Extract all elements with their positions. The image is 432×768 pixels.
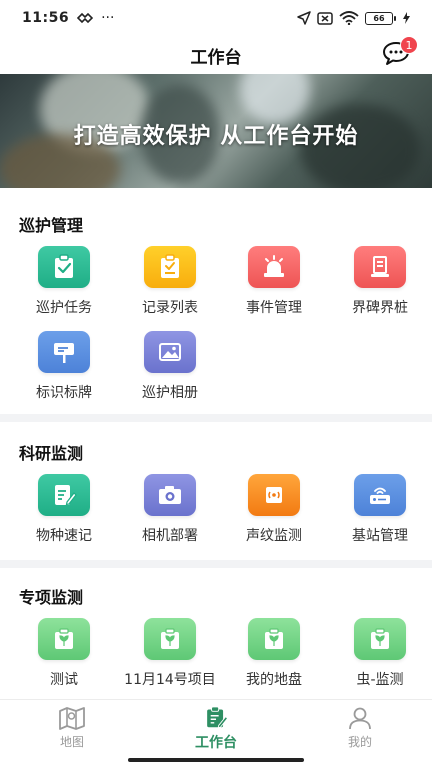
tab-label: 我的 [347,735,372,749]
banner-figure-shape [240,74,310,124]
grid-item-label: 测试 [50,672,78,688]
grid-item-signboard[interactable]: 标识标牌 [10,331,118,405]
grid-item-label: 巡护任务 [36,300,92,316]
hero-banner: 打造高效保护 从工作台开始 [0,74,432,188]
grid-item-label: 我的地盘 [246,672,302,688]
no-sim-icon [317,11,333,25]
user-icon [349,707,371,730]
base-station-icon [354,474,406,516]
grid-item-label: 巡护相册 [142,385,198,401]
notepad-edit-icon [38,474,90,516]
grid-item-label: 界碑界桩 [352,300,408,316]
tab-map[interactable]: 地图 [18,706,126,752]
grid-item-project[interactable]: 测试 [10,618,118,692]
status-left: 11:56 ··· [22,10,114,26]
clipboard-list-icon [144,246,196,288]
grid-item-patrol-task[interactable]: 巡护任务 [10,246,118,320]
camera-icon [144,474,196,516]
grid-item-project[interactable]: 虫-监测 [326,618,432,692]
grid-item-camera-deploy[interactable]: 相机部署 [116,474,224,548]
banner-slogan: 打造高效保护 从工作台开始 [73,124,359,149]
plant-monitor-icon [144,618,196,660]
battery-icon: 66 [365,11,396,25]
grid-item-record-list[interactable]: 记录列表 [116,246,224,320]
boundary-marker-icon [354,246,406,288]
home-indicator[interactable] [128,758,304,762]
section-title: 专项监测 [19,588,84,607]
tab-mine[interactable]: 我的 [306,706,414,752]
grid-item-voiceprint-monitor[interactable]: 声纹监测 [220,474,328,548]
more-notifications-dots: ··· [101,10,115,26]
grid-item-label: 事件管理 [246,300,302,316]
status-bar: 11:56 ··· 66 [0,0,432,36]
signboard-icon [38,331,90,373]
tab-label: 地图 [59,735,84,749]
photo-album-icon [144,331,196,373]
grid-item-project[interactable]: 我的地盘 [220,618,328,692]
status-right: 66 [297,11,410,25]
page-title: 工作台 [190,47,242,68]
section-research-monitoring: 科研监测 物种速记 相机部署 声纹监测 基站管理 [0,422,432,560]
grid-item-base-station[interactable]: 基站管理 [326,474,432,548]
location-arrow-icon [297,11,311,25]
grid-item-label: 相机部署 [142,528,198,544]
section-patrol-management: 巡护管理 巡护任务 记录列表 事件管理 界碑界桩 标识标牌 巡护相册 [0,188,432,414]
notification-app-icon [77,12,94,24]
wifi-icon [339,11,359,25]
tab-workbench[interactable]: 工作台 [162,706,270,752]
grid-item-species-note[interactable]: 物种速记 [10,474,118,548]
section-special-monitoring: 专项监测 测试 11月14号项目 我的地盘 虫-监测 [0,568,432,699]
charging-bolt-icon [403,12,410,24]
grid-item-project[interactable]: 11月14号项目 [116,618,224,692]
grid-item-label: 物种速记 [36,528,92,544]
grid-item-label: 11月14号项目 [124,672,216,688]
grid-item-label: 标识标牌 [36,385,92,401]
workbench-icon [207,706,229,729]
messages-button[interactable]: 1 [382,36,418,68]
grid-item-label: 虫-监测 [356,672,404,688]
grid-item-label: 记录列表 [142,300,198,316]
section-title: 科研监测 [19,444,84,463]
section-title: 巡护管理 [19,216,84,235]
grid-item-label: 基站管理 [352,528,408,544]
plant-monitor-icon [248,618,300,660]
sound-sensor-icon [248,474,300,516]
grid-item-boundary-marker[interactable]: 界碑界桩 [326,246,432,320]
app-header: 工作台 1 [0,36,432,74]
alarm-light-icon [248,246,300,288]
tab-label: 工作台 [195,735,237,751]
unread-badge: 1 [400,36,418,54]
map-icon [59,707,85,730]
grid-item-patrol-album[interactable]: 巡护相册 [116,331,224,405]
clipboard-check-icon [38,246,90,288]
status-time: 11:56 [22,10,70,26]
grid-item-event-management[interactable]: 事件管理 [220,246,328,320]
plant-monitor-icon [354,618,406,660]
grid-item-label: 声纹监测 [246,528,302,544]
plant-monitor-icon [38,618,90,660]
